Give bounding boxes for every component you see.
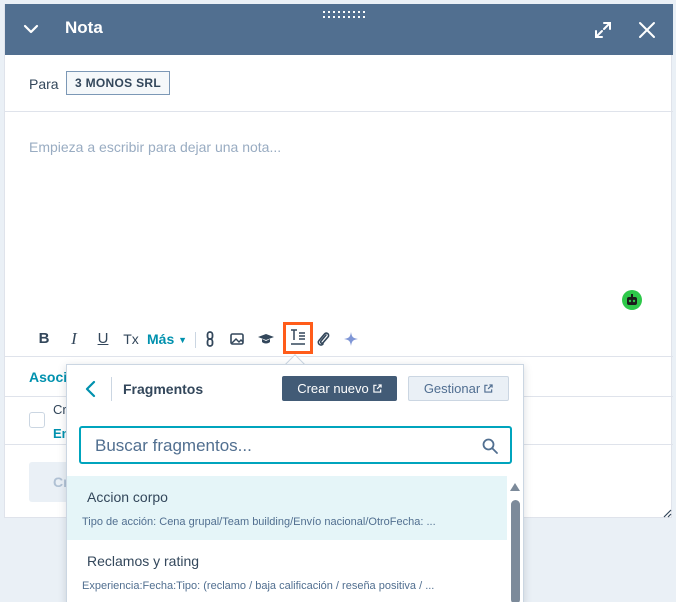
snippet-search-input[interactable] [95, 435, 465, 457]
associations-link[interactable]: Asoci [29, 369, 67, 385]
snippets-button[interactable] [283, 322, 313, 354]
snippet-name: Accion corpo [87, 489, 168, 505]
external-link-icon [373, 384, 382, 393]
modal-title: Nota [65, 18, 103, 37]
popover-header-divider [111, 377, 112, 401]
bold-button[interactable]: B [37, 328, 51, 350]
assistant-bot-icon[interactable] [622, 290, 642, 310]
image-icon[interactable] [227, 329, 247, 349]
attachment-icon[interactable] [313, 329, 333, 349]
resize-handle-icon[interactable] [662, 508, 672, 518]
snippet-name: Reclamos y rating [87, 553, 200, 569]
underline-button[interactable]: U [95, 328, 111, 350]
external-link-icon [484, 384, 493, 393]
clear-format-button[interactable]: Tx [122, 328, 140, 350]
snippet-item[interactable]: Accion corpo Tipo de acción: Cena grupal… [67, 476, 507, 540]
scroll-thumb[interactable] [511, 500, 520, 602]
manage-snippets-label: Gestionar [423, 381, 481, 396]
snippet-description: Tipo de acción: Cena grupal/Team buildin… [82, 516, 436, 528]
modal-header: Nota [5, 4, 673, 55]
snippets-popover: Fragmentos Crear nuevo Gestionar Accion … [66, 364, 524, 602]
chevron-left-icon[interactable] [81, 379, 101, 399]
manage-snippets-button[interactable]: Gestionar [408, 376, 509, 401]
recipient-tag[interactable]: 3 MONOS SRL [66, 71, 170, 95]
recipient-row: Para 3 MONOS SRL [5, 55, 673, 112]
snippet-search-box [79, 426, 512, 464]
graduation-cap-icon[interactable] [256, 329, 276, 349]
search-icon[interactable] [481, 437, 499, 455]
task-label: Cr [53, 402, 67, 417]
snippet-list: Accion corpo Tipo de acción: Cena grupal… [67, 476, 507, 602]
ai-sparkle-icon[interactable] [341, 329, 361, 349]
note-editor-placeholder[interactable]: Empieza a escribir para dejar una nota..… [29, 139, 281, 155]
snippets-icon [291, 329, 305, 345]
toolbar-divider [195, 332, 196, 348]
italic-button[interactable]: I [67, 328, 81, 350]
create-snippet-label: Crear nuevo [297, 381, 369, 396]
chevron-down-icon[interactable] [21, 19, 41, 39]
recipient-label: Para [29, 76, 59, 92]
create-snippet-button[interactable]: Crear nuevo [282, 376, 397, 401]
more-button[interactable]: Más ▼ [147, 328, 189, 350]
page: Nota Para 3 MONOS SRL Empieza a escribir… [0, 0, 676, 602]
scroll-up-arrow-icon[interactable] [509, 482, 521, 492]
popover-title: Fragmentos [123, 381, 204, 397]
editor-toolbar: B I U Tx Más ▼ [5, 324, 673, 354]
link-icon[interactable] [201, 329, 221, 349]
close-icon[interactable] [637, 20, 657, 40]
snippet-list-scrollbar[interactable] [508, 480, 522, 602]
drag-handle-icon[interactable] [323, 11, 369, 21]
create-task-checkbox[interactable] [29, 412, 45, 428]
snippet-description: Experiencia:Fecha:Tipo: (reclamo / baja … [82, 580, 435, 592]
caret-down-icon: ▼ [178, 335, 188, 345]
more-label: Más [147, 331, 175, 347]
snippet-item[interactable]: Reclamos y rating Experiencia:Fecha:Tipo… [67, 540, 507, 602]
expand-icon[interactable] [593, 20, 613, 40]
